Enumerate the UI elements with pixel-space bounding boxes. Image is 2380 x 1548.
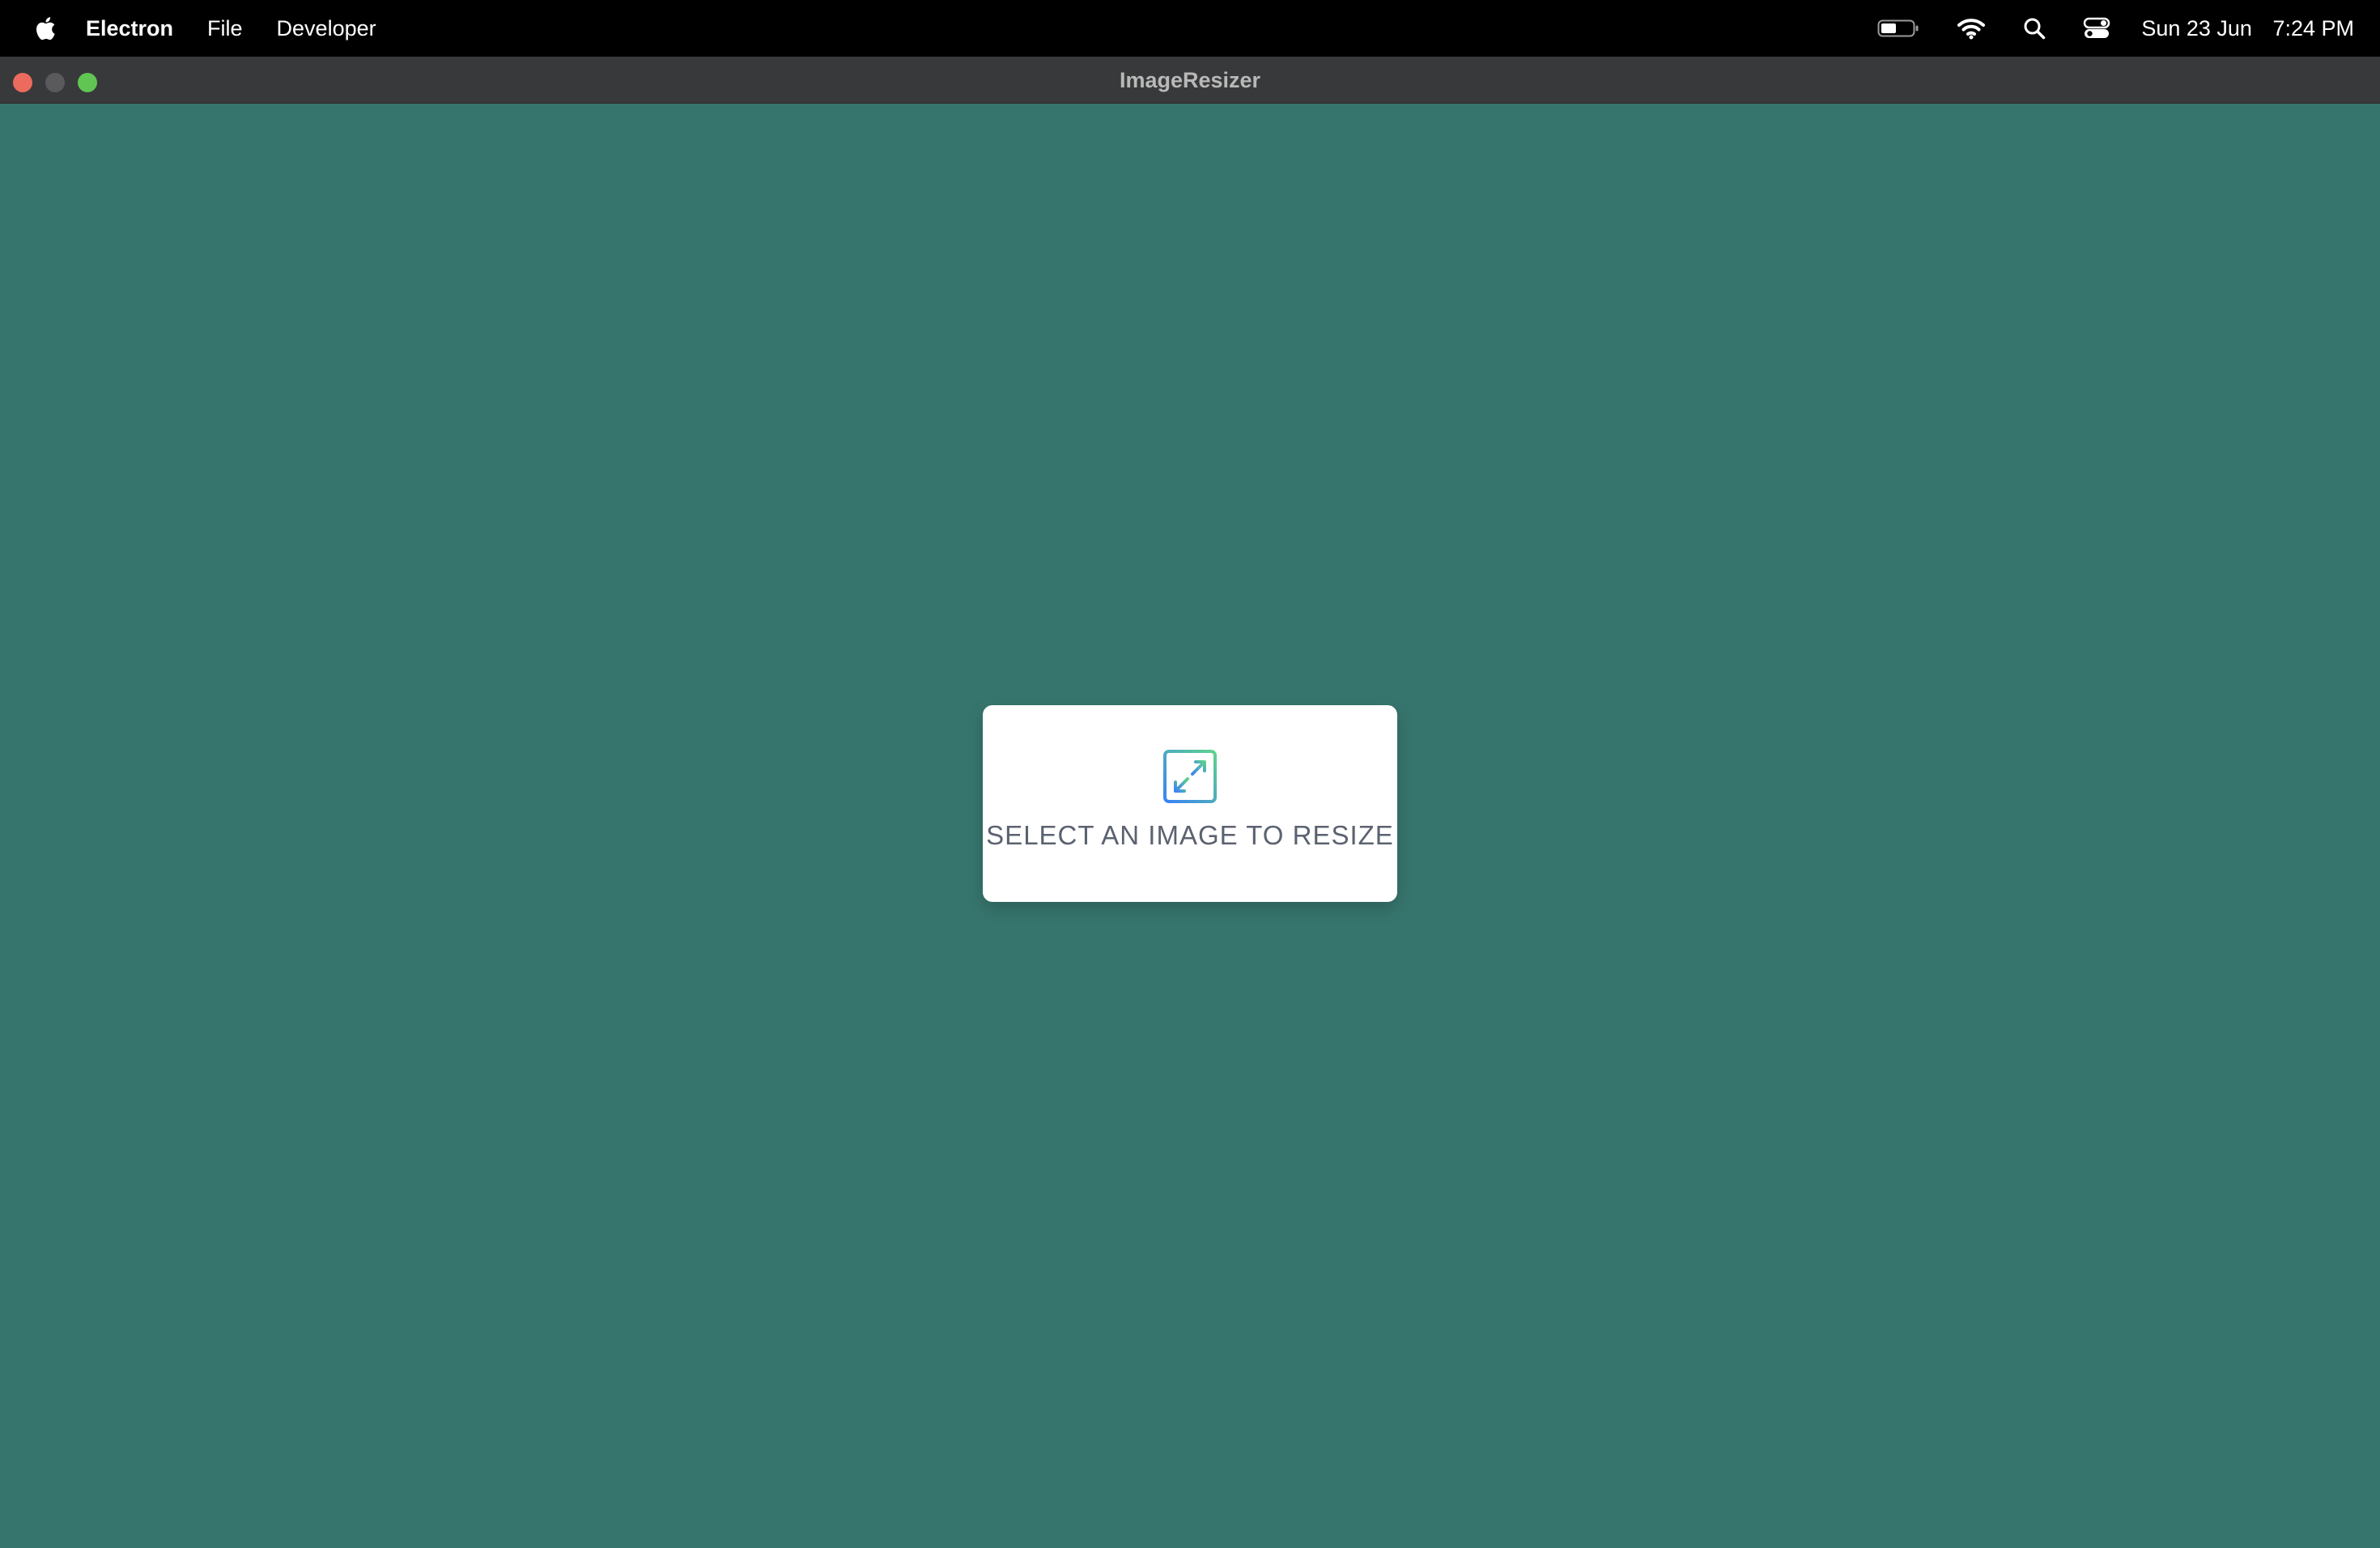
clock-time: 7:24 PM xyxy=(2272,15,2354,40)
menu-bar: Electron File Developer Sun 23 Jun 7:24 … xyxy=(0,0,2380,57)
apple-logo-icon[interactable] xyxy=(31,12,58,45)
clock-date: Sun 23 Jun xyxy=(2141,15,2252,40)
menu-item-electron[interactable]: Electron xyxy=(86,0,173,57)
search-icon[interactable] xyxy=(2023,0,2046,57)
select-image-label: SELECT AN IMAGE TO RESIZE xyxy=(986,820,1394,850)
window-title: ImageResizer xyxy=(1119,68,1261,92)
wifi-icon[interactable] xyxy=(1957,0,1986,57)
menu-bar-status: Sun 23 Jun 7:24 PM xyxy=(1840,0,2354,57)
resize-expand-icon xyxy=(1162,749,1218,804)
window-title-bar[interactable]: ImageResizer xyxy=(0,57,2380,104)
menu-bar-left: Electron File Developer xyxy=(0,0,410,57)
menu-bar-clock[interactable]: Sun 23 Jun 7:24 PM xyxy=(2141,16,2354,41)
select-image-button[interactable]: SELECT AN IMAGE TO RESIZE xyxy=(983,705,1397,902)
control-center-icon[interactable] xyxy=(2083,0,2110,57)
battery-icon[interactable] xyxy=(1877,0,1919,57)
menu-item-file[interactable]: File xyxy=(207,0,243,57)
menu-item-developer[interactable]: Developer xyxy=(277,0,376,57)
